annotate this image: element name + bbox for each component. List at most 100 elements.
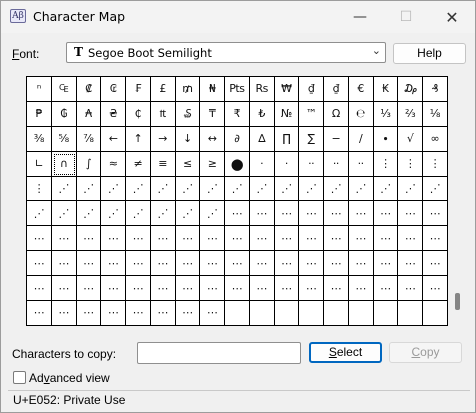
character-cell[interactable]: − <box>324 126 349 152</box>
character-cell[interactable]: ⋯ <box>175 301 201 326</box>
character-cell[interactable]: ℮ <box>348 101 374 127</box>
character-cell[interactable]: ⋯ <box>126 251 151 277</box>
character-cell[interactable]: ⋯ <box>76 301 102 326</box>
character-cell[interactable]: ⋯ <box>249 251 275 277</box>
character-cell[interactable]: ⋰ <box>398 176 423 202</box>
character-cell[interactable]: ₫ <box>324 77 349 102</box>
character-cell[interactable]: ⋯ <box>225 226 250 252</box>
character-cell[interactable]: ₹ <box>225 101 250 127</box>
character-cell[interactable]: ⋯ <box>175 276 201 302</box>
character-cell[interactable]: ₶ <box>150 101 176 127</box>
character-cell[interactable] <box>423 301 448 326</box>
character-cell[interactable]: ∕ <box>348 126 374 152</box>
character-cell[interactable]: ⋯ <box>101 226 126 252</box>
grid-scrollbar[interactable] <box>452 76 464 326</box>
character-cell[interactable]: ⋯ <box>274 226 300 252</box>
advanced-view-label[interactable]: Advanced view <box>29 371 110 385</box>
character-cell[interactable]: ⋯ <box>348 201 374 227</box>
character-cell[interactable]: ⋯ <box>274 251 300 277</box>
character-cell[interactable]: ⅞ <box>76 126 102 152</box>
character-cell[interactable]: ⋰ <box>423 176 448 202</box>
character-cell[interactable]: ⋯ <box>274 276 300 302</box>
character-cell[interactable]: ⅛ <box>423 101 448 127</box>
characters-to-copy-input[interactable] <box>137 342 301 364</box>
character-cell[interactable]: ⅓ <box>373 101 399 127</box>
character-cell[interactable]: ↑ <box>126 126 151 152</box>
character-cell[interactable]: ⋯ <box>126 226 151 252</box>
character-cell[interactable]: ⋯ <box>423 201 448 227</box>
character-cell[interactable]: ⋰ <box>324 176 349 202</box>
character-cell[interactable]: ⋰ <box>299 176 324 202</box>
character-cell[interactable]: ₳ <box>76 101 102 127</box>
character-cell[interactable] <box>398 301 423 326</box>
character-cell[interactable]: ⋯ <box>373 251 399 277</box>
character-cell[interactable]: ₭ <box>373 77 399 102</box>
character-cell[interactable]: ₢ <box>101 77 126 102</box>
character-cell[interactable]: ⋯ <box>373 226 399 252</box>
copy-button[interactable]: Copy <box>389 342 462 363</box>
character-cell[interactable]: ⋯ <box>51 226 77 252</box>
character-cell[interactable]: ⋯ <box>101 301 126 326</box>
character-cell[interactable]: ⋯ <box>299 251 324 277</box>
character-cell[interactable]: ⋯ <box>249 201 275 227</box>
character-cell[interactable] <box>373 301 399 326</box>
character-cell[interactable]: ⋰ <box>51 201 77 227</box>
character-cell[interactable]: ⋯ <box>348 276 374 302</box>
character-cell[interactable]: ⋯ <box>274 201 300 227</box>
character-cell[interactable]: ∙ <box>373 126 399 152</box>
character-cell[interactable]: ⋰ <box>150 176 176 202</box>
character-cell[interactable]: ⋯ <box>249 226 275 252</box>
character-cell[interactable]: ⋰ <box>51 176 77 202</box>
character-cell[interactable]: ⋯ <box>398 276 423 302</box>
character-cell[interactable]: ⋯ <box>150 226 176 252</box>
character-cell[interactable]: ≠ <box>126 151 151 177</box>
character-cell[interactable]: ≥ <box>200 151 225 177</box>
character-cell[interactable] <box>249 301 275 326</box>
character-cell[interactable]: ⋰ <box>101 201 126 227</box>
character-cell[interactable]: ·· <box>324 151 349 177</box>
scrollbar-thumb[interactable] <box>455 293 460 310</box>
character-cell[interactable]: ⋰ <box>249 176 275 202</box>
character-cell[interactable]: ⋯ <box>101 251 126 277</box>
character-cell[interactable]: ⋯ <box>175 226 201 252</box>
maximize-button[interactable]: ☐ <box>383 1 429 33</box>
character-cell[interactable]: ⋮ <box>423 151 448 177</box>
character-cell[interactable]: ₣ <box>126 77 151 102</box>
character-cell[interactable]: ≤ <box>175 151 201 177</box>
close-button[interactable]: ✕ <box>429 1 475 33</box>
character-cell[interactable]: ⋯ <box>299 201 324 227</box>
character-cell[interactable]: ⅝ <box>51 126 77 152</box>
character-cell[interactable]: ⋯ <box>101 276 126 302</box>
character-cell[interactable]: ⋯ <box>225 251 250 277</box>
character-cell[interactable]: ∏ <box>274 126 300 152</box>
character-cell[interactable]: ⋮ <box>27 176 52 202</box>
character-cell[interactable]: ⋯ <box>27 226 52 252</box>
character-cell[interactable]: № <box>274 101 300 127</box>
character-cell[interactable]: ⋯ <box>373 201 399 227</box>
character-cell[interactable]: ⋰ <box>348 176 374 202</box>
character-cell[interactable] <box>274 301 300 326</box>
character-cell[interactable]: ⋯ <box>225 276 250 302</box>
character-cell[interactable]: Ω <box>324 101 349 127</box>
character-cell[interactable]: ⋯ <box>200 301 225 326</box>
character-cell[interactable]: ∆ <box>249 126 275 152</box>
character-cell[interactable]: · <box>249 151 275 177</box>
character-cell[interactable]: ↓ <box>175 126 201 152</box>
character-cell[interactable]: ∩ <box>51 151 77 177</box>
character-cell[interactable]: ⋯ <box>398 226 423 252</box>
character-cell[interactable]: ∑ <box>299 126 324 152</box>
character-cell[interactable]: ₸ <box>200 101 225 127</box>
character-cell[interactable]: ⋰ <box>76 176 102 202</box>
character-cell[interactable]: ₥ <box>175 77 201 102</box>
character-cell[interactable]: ⋯ <box>27 251 52 277</box>
help-button[interactable]: Help <box>393 43 466 64</box>
character-cell[interactable]: ₩ <box>274 77 300 102</box>
character-cell[interactable]: ⋯ <box>175 251 201 277</box>
character-cell[interactable]: ₫ <box>299 77 324 102</box>
character-cell[interactable]: ⋯ <box>324 251 349 277</box>
character-cell[interactable]: ₲ <box>51 101 77 127</box>
character-cell[interactable]: ⋯ <box>423 276 448 302</box>
character-cell[interactable]: ⋯ <box>398 201 423 227</box>
character-cell[interactable]: ⋯ <box>200 276 225 302</box>
character-cell[interactable]: · <box>274 151 300 177</box>
